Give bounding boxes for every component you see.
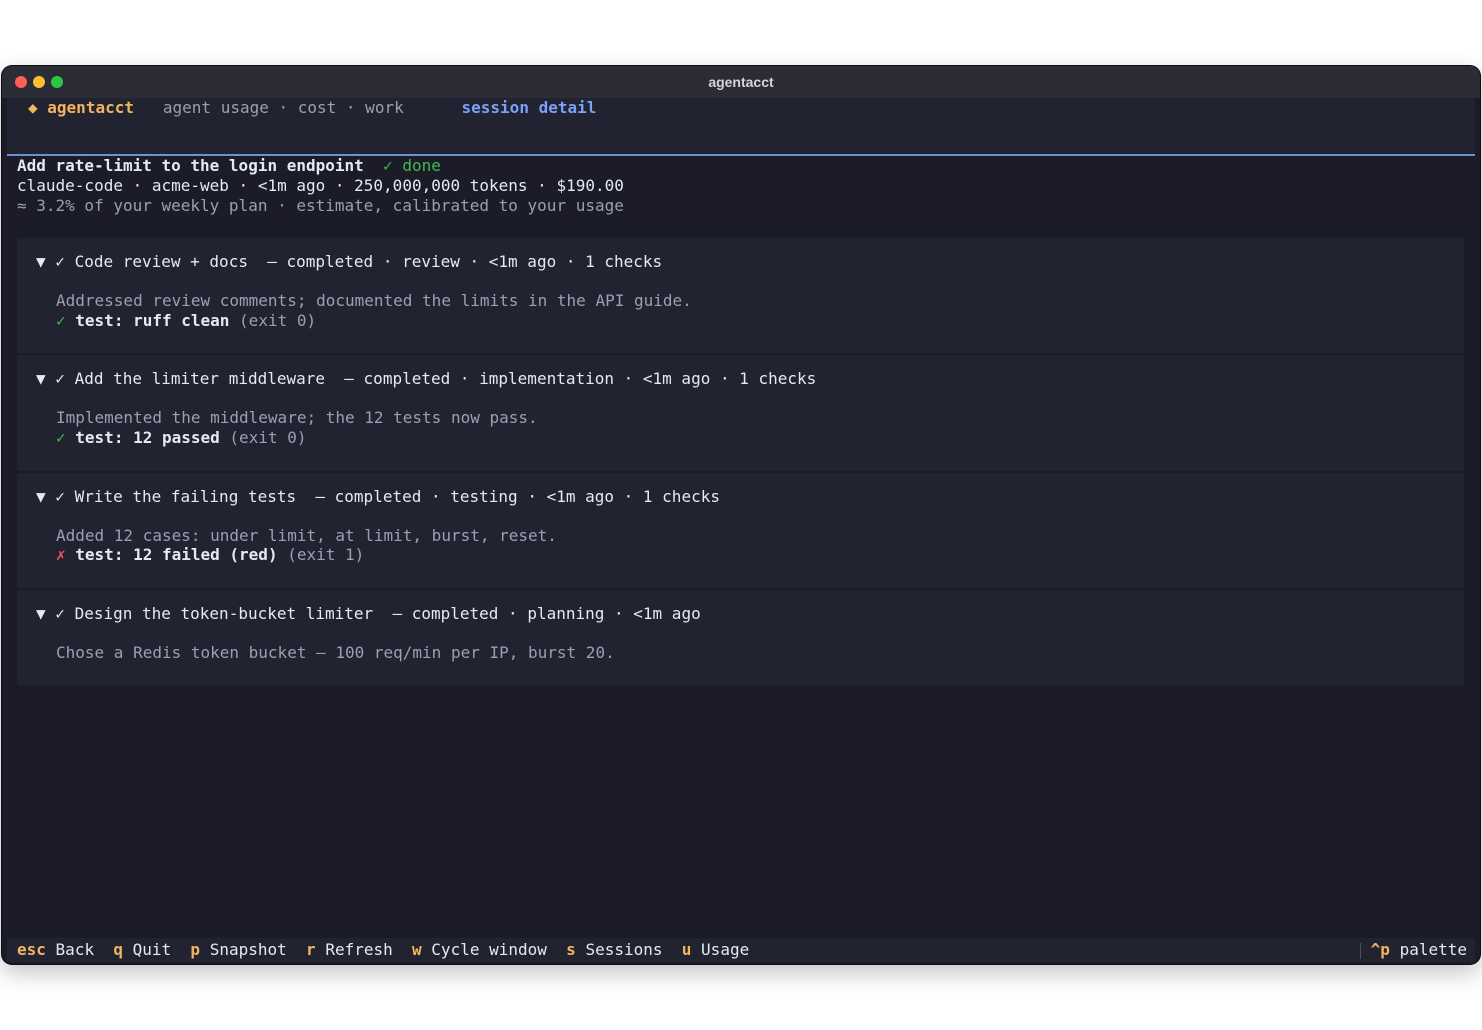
step-header[interactable]: ▼ ✓ Write the failing tests — completed … (36, 487, 720, 507)
app-header: ◆ agentacct agent usage · cost · work se… (7, 98, 1475, 156)
app-brand: agentacct (47, 98, 134, 117)
session-title: Add rate-limit to the login endpoint (17, 156, 364, 175)
binding-label: Usage (701, 940, 750, 959)
binding-refresh[interactable]: r Refresh (306, 940, 393, 959)
collapse-toggle-icon[interactable]: ▼ (36, 487, 46, 506)
binding-label: Snapshot (209, 940, 287, 959)
check-label: test: 12 passed (75, 428, 220, 447)
step-meta: — completed · testing · <1m ago · 1 chec… (315, 487, 720, 506)
step-card[interactable]: ▼ ✓ Design the token-bucket limiter — co… (17, 590, 1464, 685)
step-summary: Implemented the middleware; the 12 tests… (56, 408, 538, 427)
app-subtitle: agent usage · cost · work (162, 98, 404, 117)
step-summary: Chose a Redis token bucket — 100 req/min… (56, 643, 615, 662)
collapse-toggle-icon[interactable]: ▼ (36, 604, 46, 623)
step-header[interactable]: ▼ ✓ Design the token-bucket limiter — co… (36, 604, 701, 624)
check-pass-icon: ✓ (56, 428, 66, 447)
collapse-toggle-icon[interactable]: ▼ (36, 369, 46, 388)
step-check-result: ✓ test: ruff clean (exit 0) (56, 311, 316, 331)
binding-key: w (412, 940, 422, 959)
step-card[interactable]: ▼ ✓ Write the failing tests — completed … (17, 473, 1464, 588)
palette-label: palette (1399, 940, 1467, 959)
collapse-toggle-icon[interactable]: ▼ (36, 252, 46, 271)
palette-key: ^p (1370, 940, 1390, 959)
binding-back[interactable]: esc Back (17, 940, 94, 959)
binding-label: Refresh (325, 940, 393, 959)
check-label: test: 12 failed (red) (75, 545, 278, 564)
step-check-result: ✗ test: 12 failed (red) (exit 1) (56, 545, 364, 565)
step-check-icon: ✓ (55, 604, 65, 623)
step-card[interactable]: ▼ ✓ Code review + docs — completed · rev… (17, 238, 1464, 353)
binding-label: Cycle window (431, 940, 547, 959)
check-exit-code: (exit 0) (229, 428, 307, 447)
binding-key: r (306, 940, 316, 959)
step-header[interactable]: ▼ ✓ Add the limiter middleware — complet… (36, 369, 816, 389)
binding-usage[interactable]: u Usage (682, 940, 749, 959)
key-bindings-bar: esc Back q Quit p Snapshot r Refresh w C… (7, 938, 1475, 962)
binding-label: Back (55, 940, 95, 959)
terminal-content: ◆ agentacct agent usage · cost · work se… (2, 98, 1480, 964)
terminal-window: agentacct ◆ agentacct agent usage · cost… (2, 66, 1480, 964)
step-meta: — completed · review · <1m ago · 1 check… (267, 252, 663, 271)
binding-quit[interactable]: q Quit (113, 940, 171, 959)
title-bar: agentacct (2, 66, 1480, 98)
step-check-result: ✓ test: 12 passed (exit 0) (56, 428, 306, 448)
session-meta: claude-code · acme-web · <1m ago · 250,0… (17, 176, 624, 195)
check-label: test: ruff clean (75, 311, 230, 330)
binding-label: Quit (132, 940, 172, 959)
session-estimate: ≈ 3.2% of your weekly plan · estimate, c… (17, 196, 624, 215)
step-title: Write the failing tests (74, 487, 297, 506)
binding-key: p (190, 940, 201, 959)
step-title: Code review + docs (74, 252, 248, 271)
key-bindings: esc Back q Quit p Snapshot r Refresh w C… (17, 938, 749, 962)
check-fail-icon: ✗ (56, 545, 66, 564)
window-title: agentacct (708, 74, 774, 90)
step-summary: Addressed review comments; documented th… (56, 291, 692, 310)
footer-divider (1359, 942, 1361, 959)
binding-sessions[interactable]: s Sessions (566, 940, 662, 959)
step-header[interactable]: ▼ ✓ Code review + docs — completed · rev… (36, 252, 662, 272)
binding-key: s (566, 940, 576, 959)
step-title: Add the limiter middleware (74, 369, 326, 388)
binding-cycle-window[interactable]: w Cycle window (412, 940, 547, 959)
step-title: Design the token-bucket limiter (74, 604, 374, 623)
step-check-icon: ✓ (55, 369, 65, 388)
app-header-row: ◆ agentacct agent usage · cost · work se… (28, 98, 596, 118)
breadcrumb: session detail (461, 98, 597, 117)
check-exit-code: (exit 0) (239, 311, 317, 330)
check-pass-icon: ✓ (56, 311, 66, 330)
step-summary: Added 12 cases: under limit, at limit, b… (56, 526, 557, 545)
session-status-badge: ✓ done (383, 156, 441, 175)
step-meta: — completed · implementation · <1m ago ·… (344, 369, 817, 388)
brand-diamond-icon: ◆ (28, 98, 38, 117)
binding-snapshot[interactable]: p Snapshot (190, 940, 286, 959)
binding-key: q (113, 940, 123, 959)
session-header: Add rate-limit to the login endpoint ✓ d… (17, 156, 1474, 216)
step-check-icon: ✓ (55, 487, 65, 506)
binding-key: u (681, 940, 692, 959)
check-exit-code: (exit 1) (287, 545, 365, 564)
step-card[interactable]: ▼ ✓ Add the limiter middleware — complet… (17, 355, 1464, 471)
step-meta: — completed · planning · <1m ago (392, 604, 701, 623)
binding-key: esc (17, 940, 46, 959)
step-check-icon: ✓ (55, 252, 65, 271)
binding-label: Sessions (585, 940, 663, 959)
session-title-row: Add rate-limit to the login endpoint ✓ d… (17, 156, 1474, 176)
palette-binding[interactable]: ^p palette (1359, 938, 1467, 962)
